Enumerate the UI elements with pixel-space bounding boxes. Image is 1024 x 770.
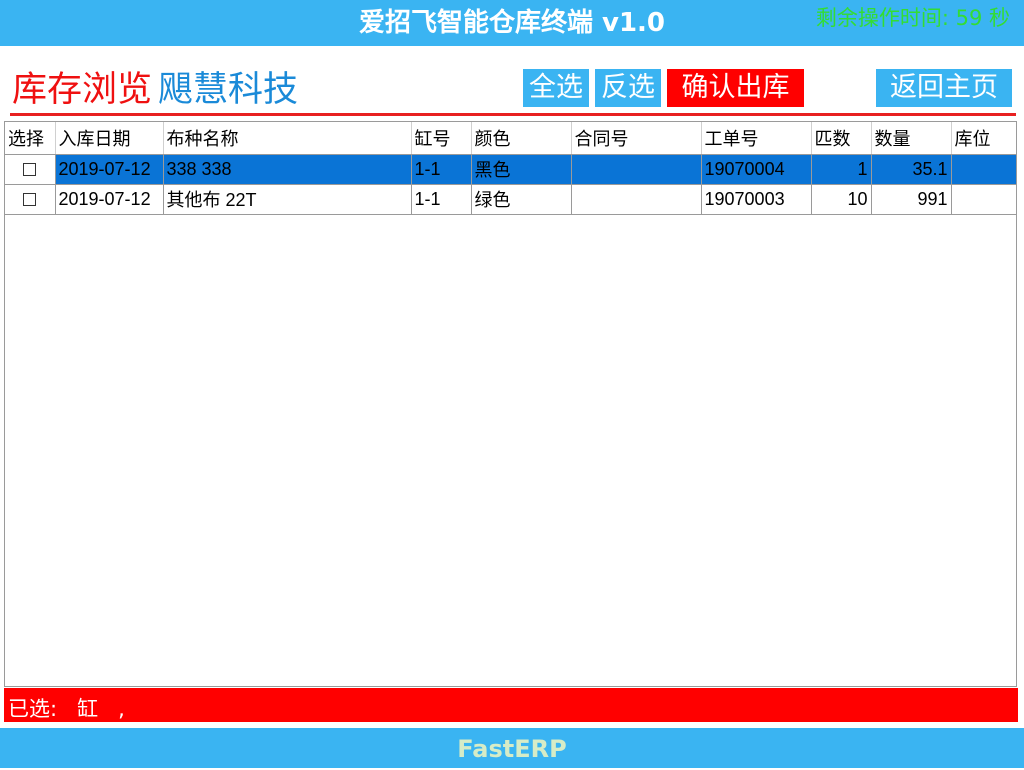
select-all-button[interactable]: 全选 bbox=[523, 69, 589, 107]
column-header-date[interactable]: 入库日期 bbox=[55, 122, 163, 154]
invert-selection-button[interactable]: 反选 bbox=[595, 69, 661, 107]
cell-date: 2019-07-12 bbox=[55, 184, 163, 214]
selection-status-bar: 已选: 缸 , bbox=[4, 688, 1018, 722]
footer-brand: FastERP bbox=[0, 728, 1024, 770]
column-header-color[interactable]: 颜色 bbox=[471, 122, 571, 154]
cell-contract bbox=[571, 184, 701, 214]
column-header-contract[interactable]: 合同号 bbox=[571, 122, 701, 154]
page-title-main: 库存浏览 bbox=[12, 70, 152, 110]
column-header-quantity[interactable]: 数量 bbox=[871, 122, 951, 154]
table-row[interactable]: 2019-07-12 338 338 1-1 黑色 19070004 1 35.… bbox=[5, 154, 1016, 184]
cell-pieces: 1 bbox=[811, 154, 871, 184]
return-home-button[interactable]: 返回主页 bbox=[876, 69, 1012, 107]
row-checkbox[interactable] bbox=[23, 163, 36, 176]
company-name: 飓慧科技 bbox=[158, 70, 298, 110]
column-header-select[interactable]: 选择 bbox=[5, 122, 55, 154]
countdown-timer: 剩余操作时间: 59 秒 bbox=[816, 4, 1010, 32]
cell-quantity: 35.1 bbox=[871, 154, 951, 184]
column-header-pieces[interactable]: 匹数 bbox=[811, 122, 871, 154]
cell-pieces: 10 bbox=[811, 184, 871, 214]
confirm-outbound-button[interactable]: 确认出库 bbox=[667, 69, 804, 107]
cell-quantity: 991 bbox=[871, 184, 951, 214]
column-header-vat[interactable]: 缸号 bbox=[411, 122, 471, 154]
cell-color: 黑色 bbox=[471, 154, 571, 184]
cell-fabric: 其他布 22T bbox=[163, 184, 411, 214]
column-header-location[interactable]: 库位 bbox=[951, 122, 1016, 154]
cell-vat: 1-1 bbox=[411, 184, 471, 214]
heading-divider bbox=[10, 113, 1016, 116]
cell-location bbox=[951, 184, 1016, 214]
page-title: 库存浏览飓慧科技 bbox=[12, 66, 298, 114]
cell-color: 绿色 bbox=[471, 184, 571, 214]
cell-date: 2019-07-12 bbox=[55, 154, 163, 184]
cell-contract bbox=[571, 154, 701, 184]
column-header-fabric[interactable]: 布种名称 bbox=[163, 122, 411, 154]
row-checkbox[interactable] bbox=[23, 193, 36, 206]
footer-bar: FastERP bbox=[0, 728, 1024, 768]
table-header-row: 选择 入库日期 布种名称 缸号 颜色 合同号 工单号 匹数 数量 库位 bbox=[5, 122, 1016, 154]
cell-fabric: 338 338 bbox=[163, 154, 411, 184]
cell-order: 19070003 bbox=[701, 184, 811, 214]
column-header-order[interactable]: 工单号 bbox=[701, 122, 811, 154]
cell-location bbox=[951, 154, 1016, 184]
inventory-grid[interactable]: 选择 入库日期 布种名称 缸号 颜色 合同号 工单号 匹数 数量 库位 2019… bbox=[4, 121, 1017, 687]
row-checkbox-cell[interactable] bbox=[5, 184, 55, 214]
table-row[interactable]: 2019-07-12 其他布 22T 1-1 绿色 19070003 10 99… bbox=[5, 184, 1016, 214]
inventory-table: 选择 入库日期 布种名称 缸号 颜色 合同号 工单号 匹数 数量 库位 2019… bbox=[5, 122, 1017, 215]
title-bar: 爱招飞智能仓库终端 v1.0 剩余操作时间: 59 秒 bbox=[0, 0, 1024, 46]
cell-order: 19070004 bbox=[701, 154, 811, 184]
cell-vat: 1-1 bbox=[411, 154, 471, 184]
row-checkbox-cell[interactable] bbox=[5, 154, 55, 184]
